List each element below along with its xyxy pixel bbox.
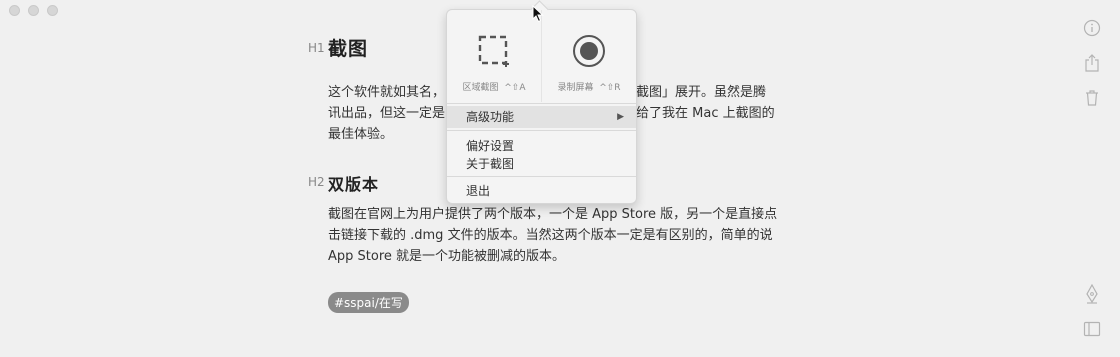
menu-separator (447, 176, 636, 177)
paragraph-2-line-3: App Store 就是一个功能被删减的版本。 (328, 249, 566, 264)
heading-1-marker: H1 (308, 41, 325, 55)
paragraph-2: 截图在官网上为用户提供了两个版本，一个是 App Store 版，另一个是直接点… (328, 204, 784, 267)
hashtag-badge[interactable]: #sspai/在写 (328, 292, 409, 313)
menubar-dropdown: 区域截图 ^⇧A 录制屏幕 ^⇧R 高级功能 ▶ 偏好设置 关于截图 退出 (446, 0, 637, 204)
record-icon (572, 34, 606, 68)
menu-item-preferences[interactable]: 偏好设置 (466, 137, 514, 154)
trash-icon[interactable] (1082, 88, 1102, 108)
menu-item-quit[interactable]: 退出 (466, 182, 490, 199)
region-screenshot-button[interactable]: 区域截图 ^⇧A (447, 10, 541, 102)
region-screenshot-label: 区域截图 ^⇧A (462, 83, 526, 93)
book-icon[interactable] (1082, 319, 1102, 339)
record-screen-label: 录制屏幕 ^⇧R (557, 83, 621, 93)
minimize-button[interactable] (28, 5, 39, 16)
menu-separator (447, 103, 636, 104)
record-screen-button[interactable]: 录制屏幕 ^⇧R (541, 10, 636, 102)
zoom-button[interactable] (47, 5, 58, 16)
paragraph-2-line-1: 截图在官网上为用户提供了两个版本，一个是 App Store 版，另一个是直接点 (328, 207, 778, 222)
window-controls (9, 5, 58, 16)
heading-2-marker: H2 (308, 175, 325, 189)
record-shortcut: ^⇧R (599, 83, 621, 93)
heading-2: 双版本 (328, 175, 380, 194)
menu-separator (447, 130, 636, 131)
info-icon[interactable] (1082, 18, 1102, 38)
share-icon[interactable] (1082, 53, 1102, 73)
region-shortcut: ^⇧A (504, 83, 526, 93)
paragraph-2-line-2: 击链接下载的 .dmg 文件的版本。当然这两个版本一定是有区别的，简单的说 (328, 228, 773, 243)
close-button[interactable] (9, 5, 20, 16)
app-window: H1 截图 这个软件就如其名， 「截图」展开。虽然是腾 讯出品，但这一定是 给了我在… (0, 0, 1120, 357)
pen-icon[interactable] (1082, 284, 1102, 304)
submenu-arrow-icon: ▶ (617, 112, 624, 122)
menu-item-advanced[interactable]: 高级功能 ▶ (447, 106, 636, 128)
menu-item-advanced-label: 高级功能 (466, 110, 515, 124)
menu-item-about[interactable]: 关于截图 (466, 155, 514, 172)
region-select-icon (477, 34, 511, 68)
heading-1: 截图 (328, 38, 369, 60)
mouse-cursor-icon (532, 4, 544, 27)
